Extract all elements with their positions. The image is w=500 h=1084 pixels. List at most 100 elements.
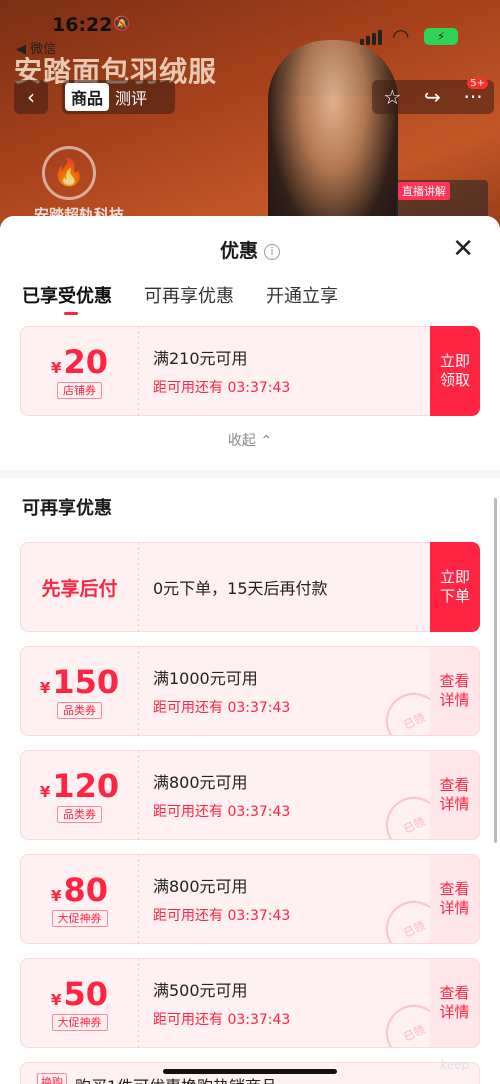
tab-review[interactable]: 测评: [109, 83, 153, 111]
coupon-amount: ¥ 80: [51, 872, 108, 908]
coupon-condition: 满800元可用: [153, 773, 248, 792]
product-top-nav: ‹ 商品 测评 ☆ ↪ ··· 5+: [0, 78, 500, 114]
coupon-countdown: 距可用还有 03:37:43: [153, 380, 291, 396]
home-indicator[interactable]: [163, 1069, 337, 1074]
view-details-button[interactable]: 查看 详情: [430, 646, 480, 736]
currency-symbol: ¥: [51, 358, 62, 377]
details-button-label: 查看 详情: [439, 776, 469, 814]
nav-actions: ☆ ↪ ··· 5+: [372, 78, 494, 114]
details-label-line1: 查看: [439, 880, 470, 898]
claim-button-label: 立即 领取: [440, 352, 470, 390]
coupon-info: 满210元可用 距可用还有 03:37:43: [139, 326, 430, 416]
coupon-info: 满500元可用 距可用还有 03:37:43 已领: [139, 958, 430, 1048]
collapse-button[interactable]: 收起 ⌃: [0, 430, 500, 460]
order-label-line1: 立即: [439, 568, 470, 586]
details-label-line2: 详情: [439, 1003, 470, 1021]
coupon-value-section: ¥ 20 店铺券: [20, 326, 138, 416]
currency-symbol: ¥: [51, 886, 62, 905]
sheet-top-section: 优惠 i ✕ 已享受优惠 可再享优惠 开通立享 ¥ 20 店铺券 满210元可用 …: [0, 216, 500, 470]
close-icon[interactable]: ✕: [452, 236, 474, 262]
coupon-info: 满800元可用 距可用还有 03:37:43 已领: [139, 750, 430, 840]
coupon-amount: ¥ 50: [51, 976, 108, 1012]
details-label-line2: 详情: [439, 795, 470, 813]
tab-product[interactable]: 商品: [65, 83, 110, 111]
details-label-line1: 查看: [439, 776, 470, 794]
discount-sheet: 优惠 i ✕ 已享受优惠 可再享优惠 开通立享 ¥ 20 店铺券 满210元可用 …: [0, 216, 500, 1084]
coupon-info: 满800元可用 距可用还有 03:37:43 已领: [139, 854, 430, 944]
coupon-amount-value: 50: [63, 974, 108, 1013]
view-details-button[interactable]: 查看 详情: [430, 958, 480, 1048]
product-tabs: 商品 测评: [62, 80, 175, 114]
tab-enjoyed[interactable]: 已享受优惠: [22, 282, 112, 326]
model-photo: [268, 40, 398, 240]
tab-more[interactable]: 可再享优惠: [144, 282, 234, 326]
info-icon[interactable]: i: [264, 243, 280, 260]
coupon-value-section: ¥ 50 大促神券: [20, 958, 138, 1048]
details-label-line2: 详情: [439, 899, 470, 917]
coupon-card: ¥ 50 大促神券 满500元可用 距可用还有 03:37:43 已领 查看 详情: [20, 958, 480, 1048]
coupon-card: ¥ 80 大促神券 满800元可用 距可用还有 03:37:43 已领 查看 详情: [20, 854, 480, 944]
details-label-line1: 查看: [439, 672, 470, 690]
details-button-label: 查看 详情: [439, 984, 469, 1022]
mute-bell-icon: 🔕: [113, 16, 131, 32]
details-button-label: 查看 详情: [439, 672, 469, 710]
watermark: keep: [440, 1058, 470, 1072]
details-label-line1: 查看: [439, 984, 470, 1002]
live-explain-label: 直播讲解: [398, 182, 450, 200]
coupon-type-tag: 大促神券: [51, 1013, 108, 1031]
claim-coupon-button[interactable]: 立即 领取: [430, 326, 480, 416]
section-title-more-discounts: 可再享优惠: [22, 498, 112, 519]
notification-badge: 5+: [467, 78, 488, 89]
swap-tag: 换购: [37, 1073, 67, 1084]
coupon-condition: 满210元可用: [153, 349, 248, 368]
view-details-button[interactable]: 查看 详情: [430, 854, 480, 944]
currency-symbol: ¥: [39, 678, 51, 697]
coupon-amount: ¥ 120: [40, 768, 119, 804]
coupon-amount-value: 150: [52, 662, 120, 701]
coupon-amount-value: 120: [52, 766, 120, 805]
details-button-label: 查看 详情: [439, 880, 469, 918]
view-details-button[interactable]: 查看 详情: [430, 750, 480, 840]
pay-later-card: 先享后付 0元下单，15天后再付款 立即 下单: [20, 542, 480, 632]
coupon-amount-value: 80: [63, 870, 108, 909]
coupon-amount-value: 20: [63, 342, 108, 381]
coupon-value-section: ¥ 150 品类券: [20, 646, 138, 736]
coupon-value-section: ¥ 80 大促神券: [20, 854, 138, 944]
signal-icon: [360, 30, 382, 45]
claim-label-line1: 立即: [439, 352, 470, 370]
coupon-value-section: ¥ 120 品类券: [20, 750, 138, 840]
currency-symbol: ¥: [39, 782, 51, 801]
coupon-type-tag: 品类券: [57, 701, 102, 719]
wifi-icon: ◠: [392, 24, 410, 48]
status-bar: 16:22 🔕 ◀ 微信 ◠ ⚡: [0, 0, 500, 57]
details-label-line2: 详情: [439, 691, 470, 709]
back-button[interactable]: ‹: [14, 80, 48, 114]
live-explain-thumbnail[interactable]: 直播讲解: [396, 180, 488, 220]
pay-later-info: 0元下单，15天后再付款: [139, 542, 430, 632]
tab-open[interactable]: 开通立享: [266, 282, 338, 326]
back-to-app-link[interactable]: ◀ 微信: [16, 38, 56, 57]
coupon-card: ¥ 150 品类券 满1000元可用 距可用还有 03:37:43 已领 查看详…: [20, 646, 480, 736]
coupon-info: 满1000元可用 距可用还有 03:37:43 已领: [139, 646, 430, 736]
coupon-amount: ¥ 20: [51, 344, 108, 380]
flame-logo-icon: 🔥: [42, 146, 96, 200]
coupon-card: ¥ 120 品类券 满800元可用 距可用还有 03:37:43 已领 查看 详情: [20, 750, 480, 840]
coupon-type-tag: 店铺券: [57, 381, 102, 399]
order-button-label: 立即 下单: [440, 568, 470, 606]
order-label-line2: 下单: [439, 587, 470, 605]
status-time: 16:22: [52, 14, 113, 36]
pay-later-title: 先享后付: [41, 577, 118, 600]
order-now-button[interactable]: 立即 下单: [430, 542, 480, 632]
star-icon[interactable]: ☆: [383, 85, 401, 109]
pay-later-description: 0元下单，15天后再付款: [153, 579, 328, 598]
share-icon[interactable]: ↪: [424, 85, 441, 109]
currency-symbol: ¥: [51, 990, 62, 1009]
battery-icon: ⚡: [424, 28, 458, 45]
more-discounts-section: 可再享优惠 先享后付 0元下单，15天后再付款 立即下单 ¥ 150 品类券: [0, 478, 500, 1084]
sheet-title-wrap: 优惠 i: [0, 236, 500, 263]
sheet-header: 优惠 i ✕: [0, 216, 500, 282]
scrollbar[interactable]: [494, 498, 497, 843]
coupon-type-tag: 品类券: [57, 805, 102, 823]
coupon-type-tag: 大促神券: [51, 909, 108, 927]
coupon-card-store: ¥ 20 店铺券 满210元可用 距可用还有 03:37:43 立即 领取: [20, 326, 480, 416]
